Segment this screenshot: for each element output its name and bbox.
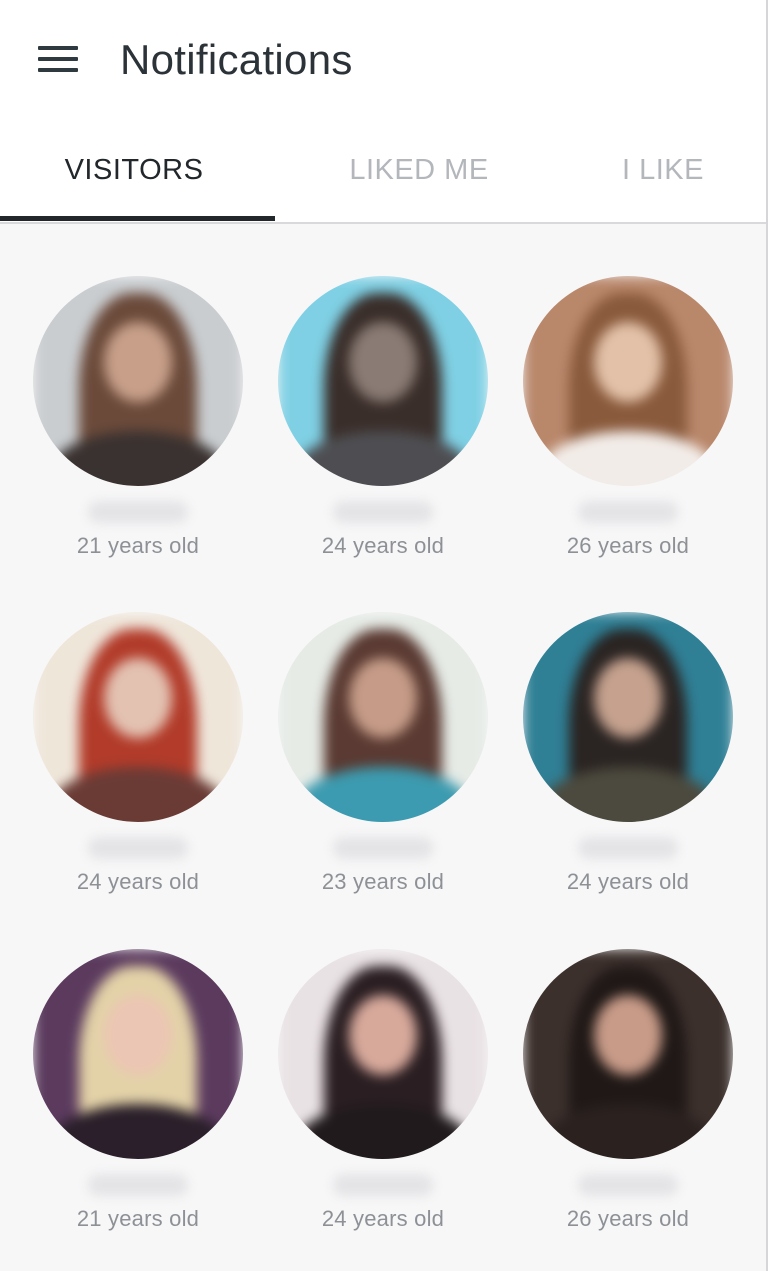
blurred-photo — [523, 276, 733, 486]
profile-avatar[interactable] — [523, 612, 733, 822]
hamburger-menu-icon[interactable] — [30, 36, 86, 84]
blurred-name — [88, 501, 188, 523]
tab-i-like[interactable]: I LIKE — [560, 120, 766, 220]
tab-visitors[interactable]: VISITORS — [0, 120, 268, 220]
profile-card[interactable]: 26 years old — [505, 226, 751, 558]
profile-avatar[interactable] — [523, 949, 733, 1159]
blurred-name — [333, 837, 433, 859]
photo-face-shape — [594, 658, 662, 738]
blurred-name — [578, 837, 678, 859]
profile-avatar[interactable] — [278, 276, 488, 486]
blurred-name — [88, 1174, 188, 1196]
age-label: 26 years old — [566, 1206, 690, 1231]
photo-face-shape — [594, 322, 662, 402]
photo-face-shape — [104, 658, 172, 738]
profile-card[interactable]: 24 years old — [260, 226, 506, 558]
profile-card[interactable]: 24 years old — [260, 899, 506, 1231]
profile-card[interactable]: 21 years old — [15, 899, 261, 1231]
photo-face-shape — [104, 322, 172, 402]
photo-face-shape — [349, 322, 417, 402]
age-label: 21 years old — [76, 533, 200, 558]
active-tab-indicator — [0, 216, 275, 221]
age-label: 23 years old — [321, 869, 445, 894]
age-label: 24 years old — [76, 869, 200, 894]
age-label: 24 years old — [321, 533, 445, 558]
profile-card[interactable]: 24 years old — [15, 562, 261, 894]
photo-body-shape — [49, 431, 227, 486]
age-label: 26 years old — [566, 533, 690, 558]
blurred-photo — [33, 612, 243, 822]
photo-body-shape — [49, 1104, 227, 1159]
photo-face-shape — [349, 658, 417, 738]
blurred-photo — [278, 949, 488, 1159]
photo-face-shape — [349, 995, 417, 1075]
profile-avatar[interactable] — [33, 949, 243, 1159]
photo-face-shape — [104, 995, 172, 1075]
profile-avatar[interactable] — [278, 612, 488, 822]
profile-card[interactable]: 23 years old — [260, 562, 506, 894]
visitors-grid: 21 years old 24 years old 26 years old 2… — [0, 226, 766, 1271]
blurred-photo — [523, 949, 733, 1159]
profile-avatar[interactable] — [278, 949, 488, 1159]
photo-body-shape — [294, 1104, 472, 1159]
blurred-name — [88, 837, 188, 859]
blurred-photo — [278, 612, 488, 822]
app-bar: Notifications — [0, 0, 766, 120]
blurred-photo — [33, 949, 243, 1159]
photo-body-shape — [539, 767, 717, 822]
photo-body-shape — [294, 767, 472, 822]
blurred-photo — [278, 276, 488, 486]
blurred-photo — [33, 276, 243, 486]
profile-avatar[interactable] — [523, 276, 733, 486]
photo-body-shape — [539, 1104, 717, 1159]
age-label: 24 years old — [321, 1206, 445, 1231]
photo-body-shape — [49, 767, 227, 822]
blurred-name — [333, 1174, 433, 1196]
blurred-name — [333, 501, 433, 523]
profile-avatar[interactable] — [33, 612, 243, 822]
tab-liked-me[interactable]: LIKED ME — [285, 120, 553, 220]
profile-avatar[interactable] — [33, 276, 243, 486]
blurred-name — [578, 1174, 678, 1196]
page-title: Notifications — [120, 36, 353, 83]
photo-body-shape — [539, 431, 717, 486]
profile-card[interactable]: 26 years old — [505, 899, 751, 1231]
photo-body-shape — [294, 431, 472, 486]
age-label: 24 years old — [566, 869, 690, 894]
profile-card[interactable]: 21 years old — [15, 226, 261, 558]
profile-card[interactable]: 24 years old — [505, 562, 751, 894]
notifications-screen: Notifications VISITORS LIKED ME I LIKE 2… — [0, 0, 768, 1271]
blurred-photo — [523, 612, 733, 822]
blurred-name — [578, 501, 678, 523]
photo-face-shape — [594, 995, 662, 1075]
age-label: 21 years old — [76, 1206, 200, 1231]
tab-bar: VISITORS LIKED ME I LIKE — [0, 120, 766, 224]
